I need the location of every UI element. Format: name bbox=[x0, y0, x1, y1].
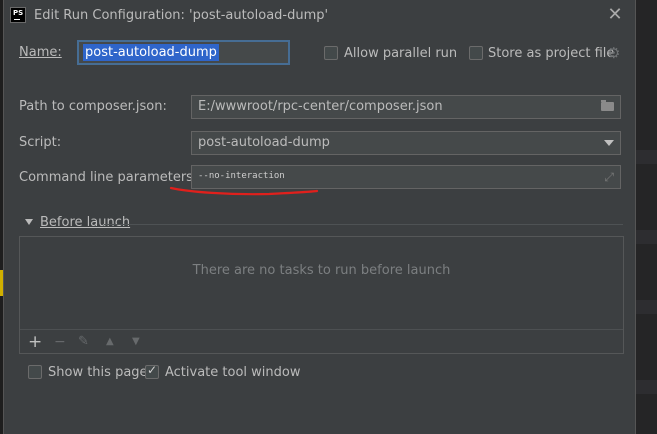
params-label: Command line parameters: bbox=[19, 170, 198, 185]
store-project-file-checkbox[interactable] bbox=[469, 46, 483, 60]
move-up-icon[interactable]: ▲ bbox=[106, 333, 114, 351]
move-down-icon[interactable]: ▼ bbox=[132, 333, 140, 351]
script-label: Script: bbox=[19, 135, 62, 150]
red-underline-annotation bbox=[169, 186, 319, 196]
phpstorm-app-icon: PS bbox=[10, 7, 26, 23]
path-label: Path to composer.json: bbox=[19, 99, 167, 114]
close-icon[interactable]: ✕ bbox=[605, 5, 625, 25]
show-this-page-label[interactable]: Show this page bbox=[48, 365, 148, 380]
before-launch-header[interactable]: Before launch bbox=[40, 215, 130, 230]
background-stripe bbox=[636, 150, 657, 164]
path-field[interactable]: E:/wwwroot/rpc-center/composer.json bbox=[191, 95, 621, 119]
script-dropdown-value: post-autoload-dump bbox=[198, 135, 330, 150]
add-icon[interactable]: + bbox=[28, 333, 42, 351]
allow-parallel-checkbox[interactable] bbox=[324, 46, 338, 60]
edit-icon[interactable]: ✎ bbox=[78, 333, 89, 351]
background-stripe bbox=[636, 300, 657, 314]
store-project-file-label[interactable]: Store as project file bbox=[488, 46, 614, 61]
empty-tasks-text: There are no tasks to run before launch bbox=[192, 263, 451, 278]
name-label-text: Name: bbox=[19, 45, 62, 60]
section-separator bbox=[104, 224, 623, 225]
title-bar[interactable]: PS Edit Run Configuration: 'post-autoloa… bbox=[4, 0, 635, 32]
gear-icon[interactable]: ⚙ bbox=[607, 46, 620, 61]
name-field-value: post-autoload-dump bbox=[83, 44, 219, 61]
script-dropdown[interactable]: post-autoload-dump bbox=[191, 131, 621, 155]
folder-icon[interactable] bbox=[601, 100, 614, 111]
path-field-value: E:/wwwroot/rpc-center/composer.json bbox=[198, 99, 443, 114]
name-label: Name: bbox=[19, 45, 62, 60]
remove-icon[interactable]: − bbox=[54, 333, 66, 351]
allow-parallel-label[interactable]: Allow parallel run bbox=[344, 46, 457, 61]
chevron-down-icon[interactable] bbox=[604, 140, 614, 146]
background-stripe bbox=[636, 230, 657, 244]
background-stripe bbox=[636, 380, 657, 394]
show-this-page-checkbox[interactable] bbox=[28, 365, 42, 379]
background-editor-right bbox=[636, 0, 657, 434]
before-launch-tasks-panel[interactable]: There are no tasks to run before launch … bbox=[19, 236, 624, 354]
run-configuration-dialog: PS Edit Run Configuration: 'post-autoloa… bbox=[3, 0, 636, 434]
params-field-value: --no-interaction bbox=[198, 171, 285, 181]
expand-icon[interactable]: ⤢ bbox=[604, 170, 614, 185]
name-field[interactable]: post-autoload-dump bbox=[77, 40, 290, 65]
activate-tool-window-label[interactable]: Activate tool window bbox=[165, 365, 300, 380]
dialog-title: Edit Run Configuration: 'post-autoload-d… bbox=[34, 8, 329, 23]
activate-tool-window-checkbox[interactable] bbox=[145, 363, 159, 379]
before-launch-label: Before launch bbox=[40, 215, 131, 230]
toolbar-separator bbox=[20, 329, 623, 330]
collapse-triangle-icon[interactable] bbox=[25, 219, 33, 225]
